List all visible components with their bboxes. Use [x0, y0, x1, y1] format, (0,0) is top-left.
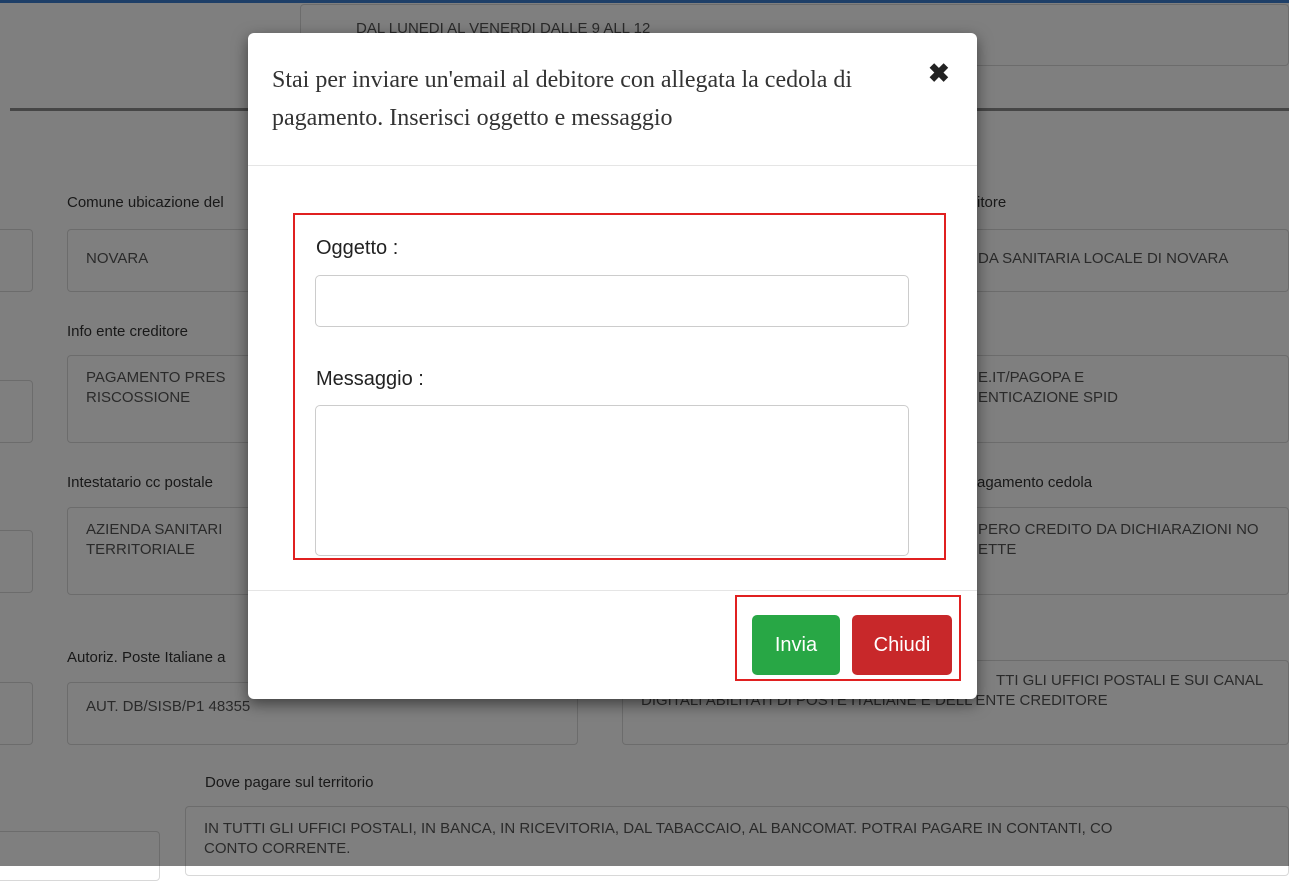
- oggetto-label: Oggetto :: [316, 237, 399, 259]
- messaggio-textarea[interactable]: [315, 405, 909, 556]
- chiudi-button[interactable]: Chiudi: [852, 615, 952, 675]
- close-icon[interactable]: ✖: [928, 60, 950, 86]
- dialog-footer-divider: [248, 590, 977, 591]
- send-email-dialog: Stai per inviare un'email al debitore co…: [248, 33, 977, 699]
- oggetto-input[interactable]: [315, 275, 909, 327]
- messaggio-label: Messaggio :: [316, 368, 424, 390]
- invia-button[interactable]: Invia: [752, 615, 840, 675]
- dialog-title: Stai per inviare un'email al debitore co…: [272, 67, 853, 131]
- dialog-header: Stai per inviare un'email al debitore co…: [248, 33, 977, 166]
